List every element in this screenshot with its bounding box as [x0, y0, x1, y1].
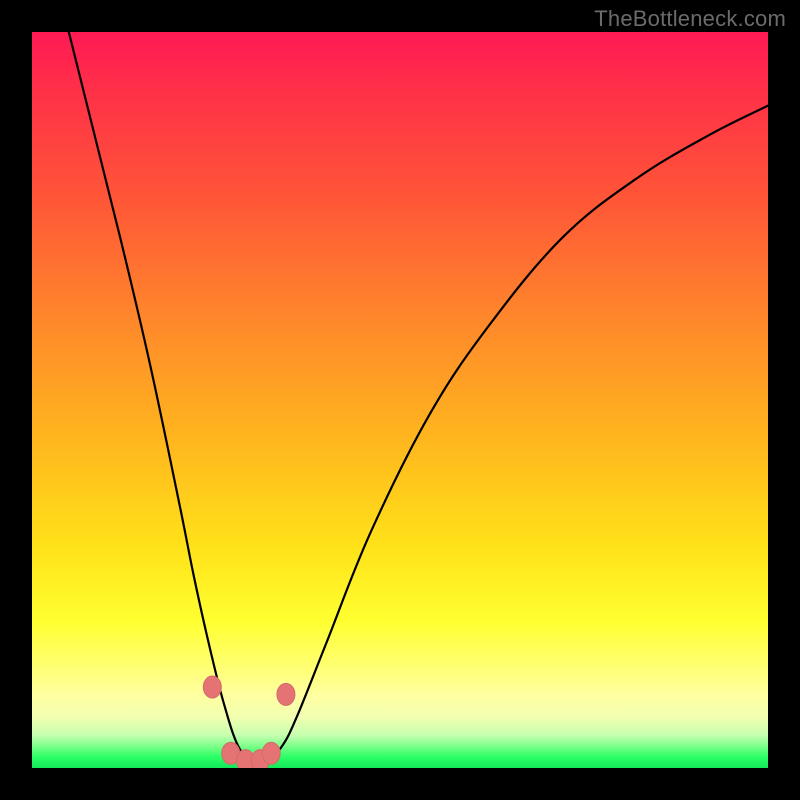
marker-point — [262, 742, 280, 764]
highlighted-points — [203, 676, 295, 768]
bottleneck-curve — [69, 32, 768, 763]
watermark-text: TheBottleneck.com — [594, 6, 786, 32]
plot-area — [32, 32, 768, 768]
curve-svg — [32, 32, 768, 768]
marker-point — [203, 676, 221, 698]
chart-frame: TheBottleneck.com — [0, 0, 800, 800]
marker-point — [277, 683, 295, 705]
